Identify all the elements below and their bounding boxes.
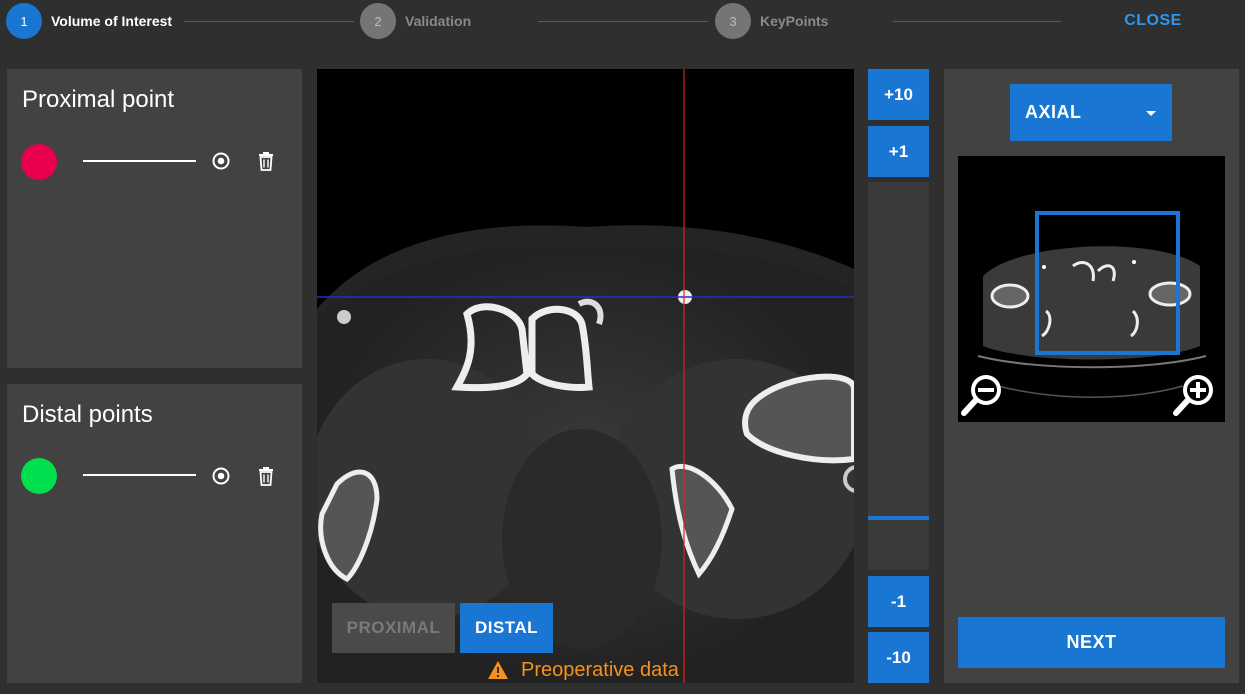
step-3-label[interactable]: KeyPoints: [760, 13, 828, 29]
distal-panel: Distal points: [7, 384, 302, 683]
proximal-panel: Proximal point: [7, 69, 302, 368]
zoom-in-icon: [1173, 375, 1213, 416]
close-button[interactable]: CLOSE: [1112, 8, 1194, 34]
distal-title: Distal points: [22, 401, 153, 428]
trash-icon[interactable]: [255, 150, 277, 172]
distal-color-dot: [21, 458, 57, 494]
trash-icon[interactable]: [255, 465, 277, 487]
step-3-circle[interactable]: 3: [715, 3, 751, 39]
step-1-label[interactable]: Volume of Interest: [51, 13, 172, 29]
zoom-out-icon: [961, 375, 1001, 416]
target-icon[interactable]: [210, 150, 232, 172]
ct-slice-image: [317, 69, 854, 683]
view-orientation-value: AXIAL: [1025, 102, 1082, 122]
proximal-color-dot: [21, 144, 57, 180]
step-connector: [893, 21, 1061, 22]
distal-value-line: [83, 474, 196, 476]
step-1-circle[interactable]: 1: [6, 3, 42, 39]
slice-minus-1-button[interactable]: -1: [868, 576, 929, 627]
step-2-circle[interactable]: 2: [360, 3, 396, 39]
ct-viewer[interactable]: PROXIMAL DISTAL Preoperative data: [317, 69, 854, 683]
target-icon[interactable]: [210, 465, 232, 487]
distal-mode-button[interactable]: DISTAL: [460, 603, 553, 653]
view-orientation-select[interactable]: AXIAL: [1010, 84, 1172, 141]
thumbnail-image: [961, 211, 1213, 416]
proximal-value-line: [83, 160, 196, 162]
preoperative-warning: Preoperative data: [487, 657, 679, 683]
slice-slider[interactable]: [868, 182, 929, 570]
proximal-mode-button[interactable]: PROXIMAL: [332, 603, 455, 653]
warning-text: Preoperative data: [521, 658, 679, 681]
warning-icon: [487, 660, 509, 680]
overview-thumbnail[interactable]: [958, 156, 1225, 422]
caret-down-icon: [1146, 111, 1156, 116]
slice-plus-1-button[interactable]: +1: [868, 126, 929, 177]
stepper: 1 Volume of Interest 2 Validation 3 KeyP…: [0, 0, 1245, 44]
step-connector: [184, 21, 354, 22]
step-2-label[interactable]: Validation: [405, 13, 471, 29]
slice-slider-thumb[interactable]: [868, 516, 929, 520]
next-button[interactable]: NEXT: [958, 617, 1225, 668]
proximal-title: Proximal point: [22, 86, 175, 113]
step-connector: [538, 21, 708, 22]
slice-plus-10-button[interactable]: +10: [868, 69, 929, 120]
slice-minus-10-button[interactable]: -10: [868, 632, 929, 683]
